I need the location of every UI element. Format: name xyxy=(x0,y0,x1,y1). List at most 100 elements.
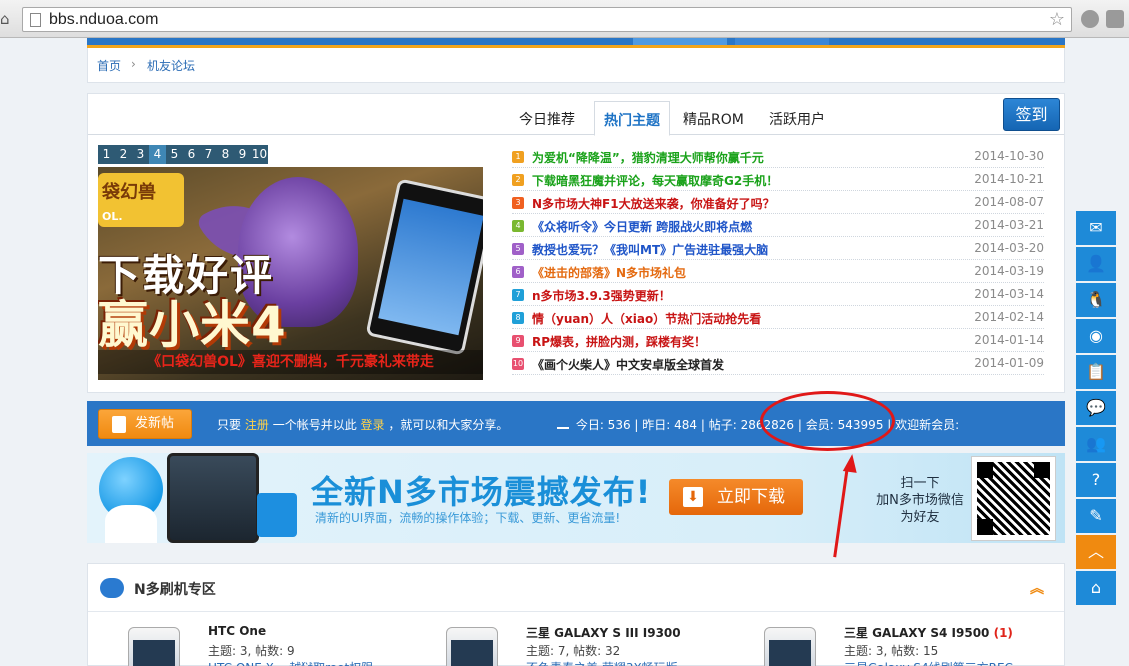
topic-title[interactable]: n多市场3.9.3强势更新！ xyxy=(532,287,671,304)
user-icon[interactable]: 👤 xyxy=(1076,247,1116,281)
phone-last-post[interactable]: 三星Galaxy S4线刷第三方REC xyxy=(844,659,1013,666)
topic-row[interactable]: 7 n多市场3.9.3强势更新！ 2014-03-14 xyxy=(512,283,1044,306)
slider-page-6[interactable]: 6 xyxy=(183,145,200,164)
slider-page-9[interactable]: 9 xyxy=(234,145,251,164)
breadcrumb-separator: › xyxy=(131,57,136,71)
topic-row[interactable]: 3 N多市场大神F1大放送来袭，你准备好了吗？ 2014-08-07 xyxy=(512,191,1044,214)
phone-name[interactable]: 三星 GALAXY S III I9300 xyxy=(526,624,681,641)
promo-banner[interactable]: 袋幻兽 OL. 下载好评 赢小米4 《口袋幻兽OL》喜迎不删档，千元豪礼来带走 xyxy=(98,167,483,380)
topic-title[interactable]: RP爆表，拼脸内测，踩楼有奖！ xyxy=(532,333,706,350)
register-link[interactable]: 注册 xyxy=(245,418,269,432)
topic-title[interactable]: N多市场大神F1大放送来袭，你准备好了吗？ xyxy=(532,195,775,212)
qq-icon[interactable]: 🐧 xyxy=(1076,283,1116,317)
featured-panel: 今日推荐 热门主题 精品ROM 活跃用户 签到 1 2 3 4 5 6 7 8 9 10 袋幻兽 O… xyxy=(87,93,1065,393)
zone-title[interactable]: N多刷机专区 xyxy=(134,579,216,599)
mail-icon[interactable]: ✉ xyxy=(1076,211,1116,245)
weibo-icon[interactable]: ◉ xyxy=(1076,319,1116,353)
group-icon[interactable]: 👥 xyxy=(1076,427,1116,461)
banner-caption[interactable]: 《口袋幻兽OL》喜迎不删档，千元豪礼来带走 xyxy=(98,350,483,374)
topic-title[interactable]: 情（yuan）人（xiao）节热门活动抢先看 xyxy=(532,310,761,327)
topic-title[interactable]: 《众将听令》今日更新 跨服战火即将点燃 xyxy=(532,218,752,235)
nav-item[interactable] xyxy=(735,38,829,45)
forum-stats: 今日: 536 | 昨日: 484 | 帖子: 2862826 | 会员: 54… xyxy=(557,416,959,433)
slider-page-8[interactable]: 8 xyxy=(217,145,234,164)
login-link[interactable]: 登录 xyxy=(361,418,385,432)
slider-page-4[interactable]: 4 xyxy=(149,145,166,164)
menu-icon[interactable] xyxy=(1106,10,1124,28)
edit-icon[interactable]: ✎ xyxy=(1076,499,1116,533)
hot-topic-list: 1 为爱机“降降温”，猎豹清理大师帮你赢千元 2014-10-30 2 下载暗黑狂魔并评… xyxy=(512,145,1044,375)
topic-row[interactable]: 2 下载暗黑狂魔并评论，每天赢取摩奇G2手机！ 2014-10-21 xyxy=(512,168,1044,191)
zone-header: N多刷机专区 ︽ xyxy=(88,564,1064,612)
slider-page-5[interactable]: 5 xyxy=(166,145,183,164)
topic-row[interactable]: 5 教授也爱玩？《我叫MT》广告进驻最强大脑 2014-03-20 xyxy=(512,237,1044,260)
topic-date: 2014-03-20 xyxy=(974,241,1044,255)
slider-page-2[interactable]: 2 xyxy=(115,145,132,164)
address-bar[interactable]: bbs.nduoa.com ☆ xyxy=(22,7,1072,32)
topic-row[interactable]: 1 为爱机“降降温”，猎豹清理大师帮你赢千元 2014-10-30 xyxy=(512,145,1044,168)
topic-row[interactable]: 8 情（yuan）人（xiao）节热门活动抢先看 2014-02-14 xyxy=(512,306,1044,329)
topic-title[interactable]: 《画个火柴人》中文安卓版全球首发 xyxy=(532,356,724,373)
topic-title[interactable]: 《进击的部落》N多市场礼包 xyxy=(532,264,686,281)
scan-line1: 扫一下 xyxy=(900,476,940,491)
slider-page-7[interactable]: 7 xyxy=(200,145,217,164)
download-label: 立即下载 xyxy=(717,487,785,507)
topic-row[interactable]: 10 《画个火柴人》中文安卓版全球首发 2014-01-09 xyxy=(512,352,1044,375)
topic-title[interactable]: 下载暗黑狂魔并评论，每天赢取摩奇G2手机！ xyxy=(532,172,778,189)
phone-name[interactable]: HTC One xyxy=(208,624,266,638)
topic-row[interactable]: 6 《进击的部落》N多市场礼包 2014-03-19 xyxy=(512,260,1044,283)
notice-text: 一个帐号并以此 xyxy=(272,418,357,432)
phone-forum-card[interactable]: 三星 GALAXY S III I9300 主题: 7, 帖数: 32不负青春之… xyxy=(446,622,746,666)
slider-page-1[interactable]: 1 xyxy=(98,145,115,164)
tab-active-users[interactable]: 活跃用户 xyxy=(760,101,834,136)
topic-date: 2014-03-21 xyxy=(974,218,1044,232)
phone-name[interactable]: 三星 GALAXY S4 I9500 (1) xyxy=(844,624,1013,641)
phone-forum-card[interactable]: 三星 GALAXY S4 I9500 (1) 主题: 3, 帖数: 15三星Gal… xyxy=(764,622,1064,666)
stat-divider: | xyxy=(700,418,705,432)
register-notice: 只要 注册 一个帐号并以此 登录 ，就可以和大家分享。 xyxy=(217,416,508,433)
stats-bar: 发新帖 只要 注册 一个帐号并以此 登录 ，就可以和大家分享。 今日: 536 … xyxy=(87,401,1065,446)
signin-button[interactable]: 签到 xyxy=(1003,98,1060,131)
url-text[interactable]: bbs.nduoa.com xyxy=(49,11,158,29)
slider-page-3[interactable]: 3 xyxy=(132,145,149,164)
phone-thumbnail[interactable] xyxy=(764,627,816,666)
home-icon[interactable]: ⌂ xyxy=(1076,571,1116,605)
topic-date: 2014-10-30 xyxy=(974,149,1044,163)
slider-page-10[interactable]: 10 xyxy=(251,145,268,164)
scan-line3: 为好友 xyxy=(900,510,940,525)
download-icon: ⬇ xyxy=(683,487,703,507)
topic-row[interactable]: 9 RP爆表，拼脸内测，踩楼有奖！ 2014-01-14 xyxy=(512,329,1044,352)
wechat-scan-text: 扫一下 加N多市场微信 为好友 xyxy=(865,475,975,526)
tab-hot-topics[interactable]: 热门主题 xyxy=(594,101,670,136)
tab-bar: 今日推荐 热门主题 精品ROM 活跃用户 签到 xyxy=(88,94,1064,136)
topic-date: 2014-08-07 xyxy=(974,195,1044,209)
phone-forum-card[interactable]: HTC One 主题: 3, 帖数: 9HTC ONE X... 越狱取root… xyxy=(128,622,428,666)
topic-row[interactable]: 4 《众将听令》今日更新 跨服战火即将点燃 2014-03-21 xyxy=(512,214,1044,237)
help-icon[interactable]: ? xyxy=(1076,463,1116,497)
home-icon[interactable]: ⌂ xyxy=(0,10,14,28)
tab-premium-rom[interactable]: 精品ROM xyxy=(674,101,753,136)
topic-date: 2014-02-14 xyxy=(974,310,1044,324)
phone-screens-image xyxy=(167,453,259,543)
new-post-button[interactable]: 发新帖 xyxy=(98,409,192,439)
phone-last-post[interactable]: 不负青春之美 荣耀3X畅玩版 xyxy=(526,659,678,666)
top-icon[interactable]: ︿ xyxy=(1076,535,1116,569)
app-ad-banner[interactable]: 全新N多市场震撼发布! 清新的UI界面，流畅的操作体验；下载、更新、更省流量! … xyxy=(87,453,1065,543)
annotation-circle xyxy=(760,391,895,451)
topic-title[interactable]: 教授也爱玩？《我叫MT》广告进驻最强大脑 xyxy=(532,241,768,258)
download-button[interactable]: ⬇ 立即下载 xyxy=(669,479,803,515)
phone-thumbnail[interactable] xyxy=(446,627,498,666)
phone-last-post[interactable]: HTC ONE X... 越狱取root权限 xyxy=(208,659,373,666)
clipboard-icon[interactable]: 📋 xyxy=(1076,355,1116,389)
breadcrumb-home[interactable]: 首页 xyxy=(97,57,121,74)
breadcrumb-current[interactable]: 机友论坛 xyxy=(147,57,195,74)
tab-today-recommend[interactable]: 今日推荐 xyxy=(510,101,584,136)
collapse-chevron-icon[interactable]: ︽ xyxy=(1030,578,1044,598)
topic-title[interactable]: 为爱机“降降温”，猎豹清理大师帮你赢千元 xyxy=(532,149,764,166)
chat-icon[interactable]: 💬 xyxy=(1076,391,1116,425)
phone-thumbnail[interactable] xyxy=(128,627,180,666)
bookmark-star-icon[interactable]: ☆ xyxy=(1049,9,1065,30)
new-post-label: 发新帖 xyxy=(135,416,175,431)
topic-rank-badge: 5 xyxy=(512,243,524,255)
extension-icon[interactable] xyxy=(1081,10,1099,28)
